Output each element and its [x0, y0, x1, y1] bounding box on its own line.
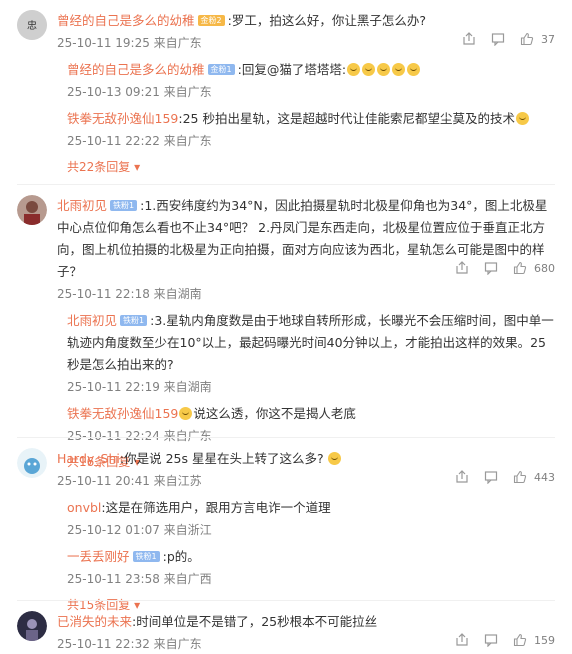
- avatar[interactable]: [17, 611, 47, 641]
- share-icon[interactable]: [462, 32, 476, 46]
- avatar[interactable]: [17, 195, 47, 225]
- thumbs-up-icon: [513, 633, 527, 647]
- thumbs-up-icon: [520, 32, 534, 46]
- like-button[interactable]: 443: [513, 470, 555, 484]
- thumbs-up-icon: [513, 261, 527, 275]
- comment-icon[interactable]: [491, 32, 505, 46]
- emoji-icon: [377, 63, 391, 76]
- reply-item: 北雨初见 铁粉1:3.星轨内角度数是由于地球自转所形成，长曝光不会压缩时间，图中单…: [67, 310, 557, 397]
- reply-list: 曾经的自己是多么的幼稚 金粉1:回复@猫了塔塔塔: 25-10-13 09:21 …: [57, 59, 557, 177]
- comment-username[interactable]: 北雨初见: [57, 198, 107, 213]
- like-count: 443: [534, 470, 555, 484]
- svg-text:忠: 忠: [27, 20, 37, 32]
- avatar[interactable]: [17, 448, 47, 478]
- avatar-image: 忠: [17, 10, 47, 40]
- reply-text: :回复@猫了塔塔塔:: [237, 62, 347, 77]
- reply-item: 铁拳无敌孙逸仙159:25 秒拍出星轨，这是超越时代让佳能索尼都望尘莫及的技术 …: [67, 108, 557, 151]
- like-button[interactable]: 159: [513, 633, 555, 647]
- fan-medal-badge: 铁粉1: [120, 315, 148, 326]
- reply-text: 说这么透，你这不是揭人老底: [193, 406, 356, 421]
- comment-username[interactable]: 曾经的自己是多么的幼稚: [57, 13, 195, 28]
- reply-meta: 25-10-12 01:07 来自浙江: [67, 523, 212, 537]
- reply-username[interactable]: 一丢丢刚好: [67, 549, 130, 564]
- emoji-icon: [362, 63, 376, 76]
- avatar[interactable]: 忠: [17, 10, 47, 40]
- share-icon[interactable]: [455, 261, 469, 275]
- reply-item: onvbl:这是在筛选用户，跟用方言电诈一个道理 25-10-12 01:07 …: [67, 497, 557, 540]
- comment-icon[interactable]: [484, 261, 498, 275]
- comment-icon[interactable]: [484, 470, 498, 484]
- reply-username[interactable]: 铁拳无敌孙逸仙159: [67, 406, 178, 421]
- fan-medal-badge: 金粉1: [207, 64, 235, 75]
- comment-actions: 159: [455, 633, 555, 647]
- avatar-image: [17, 195, 47, 225]
- like-button[interactable]: 37: [520, 32, 555, 46]
- emoji-icon: [347, 63, 361, 76]
- comment-actions: 37: [462, 32, 555, 46]
- comment-text: :你是说 25s 星星在头上转了这么多?: [119, 451, 324, 466]
- emoji-icon: [327, 452, 341, 465]
- reply-text: :这是在筛选用户，跟用方言电诈一个道理: [101, 500, 331, 515]
- fan-medal-badge: 铁粉1: [110, 200, 138, 211]
- reply-meta: 25-10-11 22:22 来自广东: [67, 134, 212, 148]
- avatar-image: [17, 448, 47, 478]
- comment-actions: 443: [455, 470, 555, 484]
- more-replies-link[interactable]: 共22条回复 ▾: [67, 157, 557, 177]
- comment-username[interactable]: Hardy_Shi: [57, 451, 120, 466]
- share-icon[interactable]: [455, 633, 469, 647]
- emoji-icon: [179, 407, 193, 420]
- comment-thread: 北雨初见 铁粉1:1.西安纬度约为34°N，因此拍摄星轨时北极星仰角也为34°，图…: [0, 185, 572, 469]
- comment-username[interactable]: 已消失的未来: [57, 614, 132, 629]
- share-icon[interactable]: [455, 470, 469, 484]
- comment-text: :时间单位是不是错了，25秒根本不可能拉丝: [132, 614, 378, 629]
- comment-thread: Hardy_Shi:你是说 25s 星星在头上转了这么多? 25-10-11 2…: [0, 438, 572, 612]
- emoji-icon: [407, 63, 421, 76]
- reply-username[interactable]: 铁拳无敌孙逸仙159: [67, 111, 178, 126]
- reply-meta: 25-10-13 09:21 来自广东: [67, 85, 212, 99]
- fan-medal-badge: 金粉2: [197, 15, 225, 26]
- comment-text: :罗工，拍这么好，你让黑子怎么办?: [227, 13, 426, 28]
- comment-thread: 忠 曾经的自己是多么的幼稚 金粉2:罗工，拍这么好，你让黑子怎么办? 25-10-…: [0, 0, 572, 185]
- comment-actions: 680: [455, 261, 555, 275]
- reply-username[interactable]: onvbl: [67, 500, 101, 515]
- emoji-icon: [392, 63, 406, 76]
- comment-thread: 已消失的未来:时间单位是不是错了，25秒根本不可能拉丝 25-10-11 22:…: [0, 601, 572, 651]
- fan-medal-badge: 铁粉1: [132, 551, 160, 562]
- like-count: 159: [534, 633, 555, 647]
- reply-item: 一丢丢刚好 铁粉1:p的。 25-10-11 23:58 来自广西: [67, 546, 557, 589]
- reply-list: onvbl:这是在筛选用户，跟用方言电诈一个道理 25-10-12 01:07 …: [57, 497, 557, 615]
- like-count: 37: [541, 32, 555, 46]
- reply-meta: 25-10-11 23:58 来自广西: [67, 572, 212, 586]
- like-button[interactable]: 680: [513, 261, 555, 275]
- reply-item: 曾经的自己是多么的幼稚 金粉1:回复@猫了塔塔塔: 25-10-13 09:21 …: [67, 59, 557, 102]
- comment-icon[interactable]: [484, 633, 498, 647]
- reply-username[interactable]: 曾经的自己是多么的幼稚: [67, 62, 205, 77]
- reply-text: :p的。: [162, 549, 200, 564]
- thumbs-up-icon: [513, 470, 527, 484]
- comment-meta: 25-10-11 22:18 来自湖南: [57, 287, 202, 301]
- more-replies-label: 共22条回复: [67, 160, 131, 174]
- reply-text: :25 秒拍出星轨，这是超越时代让佳能索尼都望尘莫及的技术: [178, 111, 515, 126]
- reply-username[interactable]: 北雨初见: [67, 313, 117, 328]
- emoji-icon: [515, 112, 529, 125]
- avatar-image: [17, 611, 47, 641]
- reply-meta: 25-10-11 22:19 来自湖南: [67, 380, 212, 394]
- like-count: 680: [534, 261, 555, 275]
